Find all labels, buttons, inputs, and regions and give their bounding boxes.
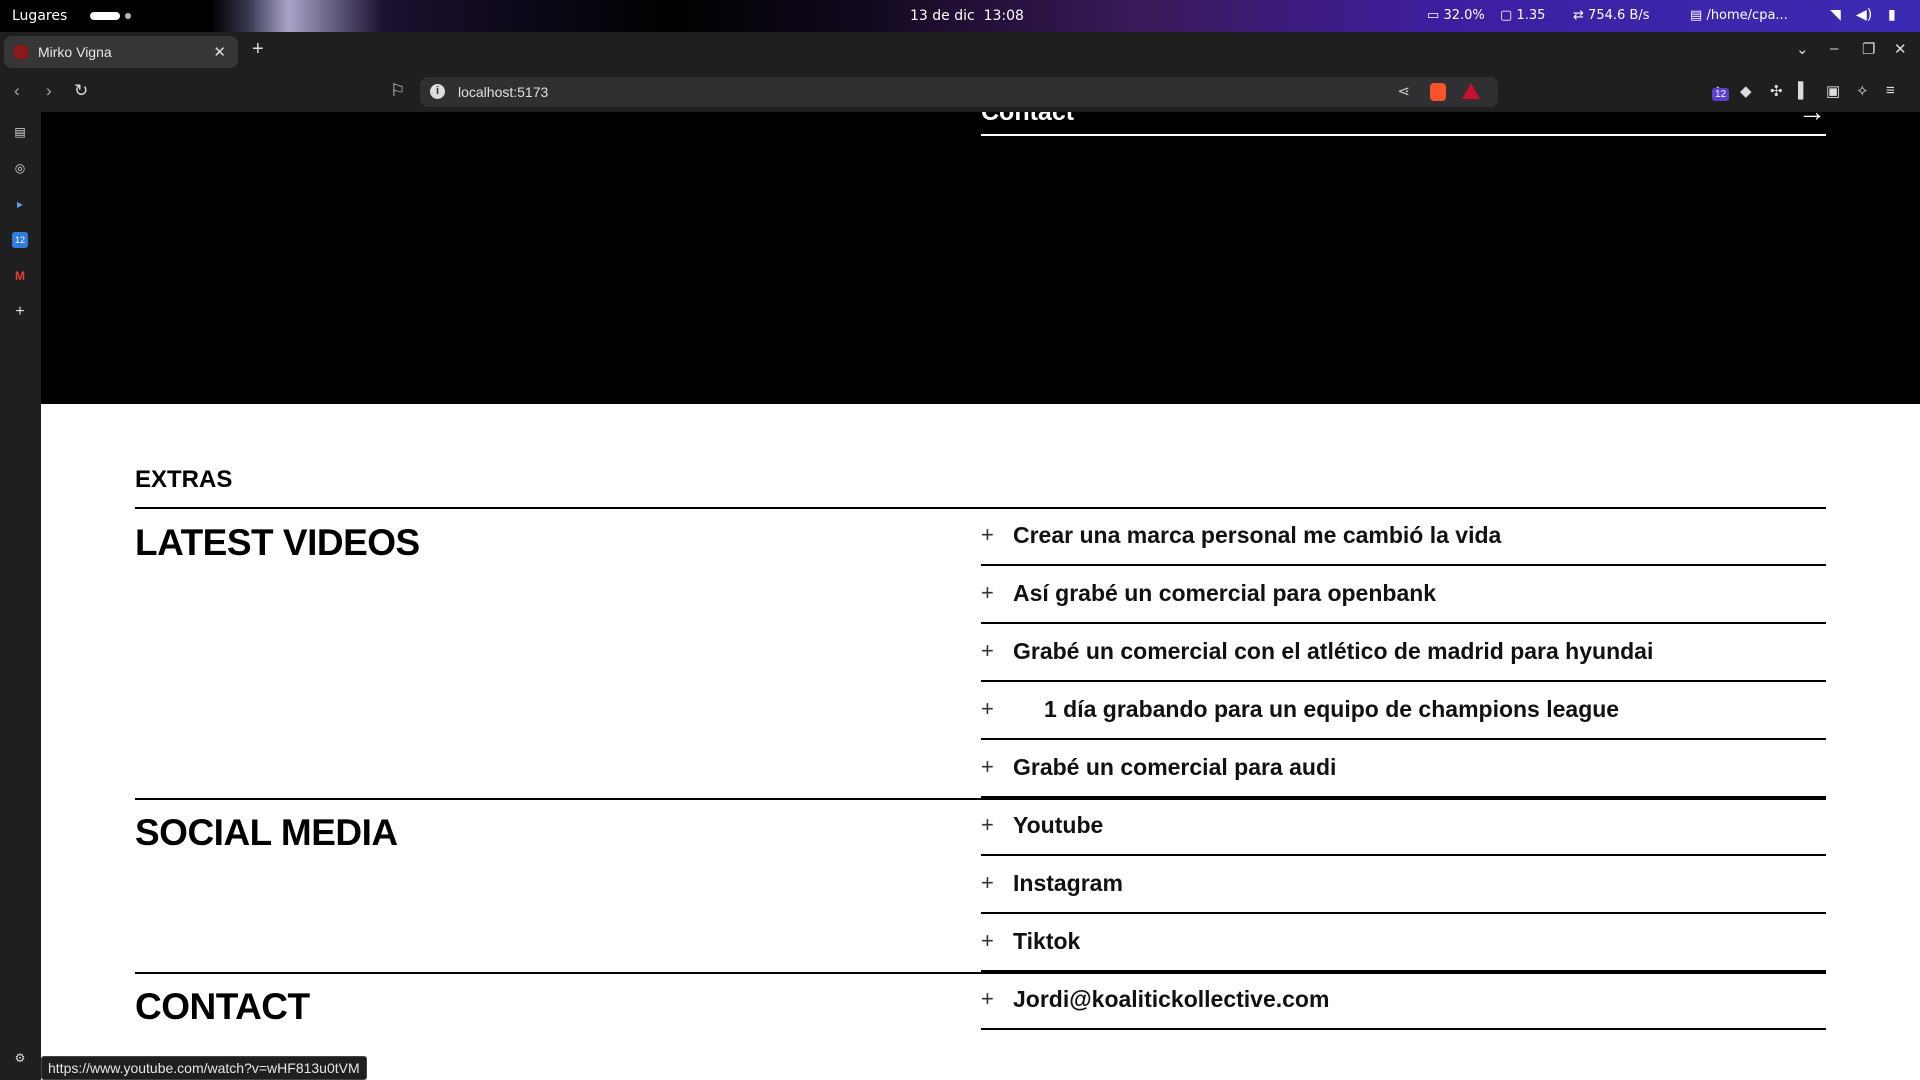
forward-button[interactable]: › xyxy=(46,81,52,101)
ai-chat-icon[interactable]: ◎ xyxy=(12,160,28,176)
video-link[interactable]: + Grabé un comercial para audi xyxy=(981,740,1826,798)
workspace-indicator[interactable] xyxy=(125,13,131,19)
arrow-right-icon: → xyxy=(1798,112,1826,128)
monitor-icon: ▢ xyxy=(1500,8,1513,23)
address-bar[interactable]: i localhost:5173 ⋖ xyxy=(420,77,1498,107)
sidebar-toggle-icon[interactable]: ▌ xyxy=(1798,82,1809,99)
plus-icon: + xyxy=(981,870,994,895)
minimize-button[interactable]: – xyxy=(1830,40,1838,57)
plus-icon: + xyxy=(981,812,994,837)
tab-title: Mirko Vigna xyxy=(38,44,112,60)
plus-icon: + xyxy=(981,696,994,721)
clipboard-icon: ▤ xyxy=(1690,8,1703,23)
extras-heading: EXTRAS xyxy=(135,466,233,493)
tab-list-chevron-icon[interactable]: ⌄ xyxy=(1796,40,1809,58)
plus-icon: + xyxy=(981,638,994,663)
workspace-indicator-active[interactable] xyxy=(90,12,120,20)
bookmark-icon[interactable]: ⚐ xyxy=(390,81,405,101)
leo-ai-icon[interactable]: ✧ xyxy=(1856,82,1869,100)
contact-email-link[interactable]: + Jordi@koalitickollective.com xyxy=(981,972,1826,1030)
add-sidebar-item-icon[interactable]: + xyxy=(12,304,28,320)
calendar-icon[interactable]: 12 xyxy=(12,232,28,248)
restore-button[interactable]: ❐ xyxy=(1862,40,1875,58)
extension-badge: 12 xyxy=(1712,88,1730,101)
link-status-bar: https://www.youtube.com/watch?v=wHF813u0… xyxy=(41,1056,367,1080)
hero-contact-link[interactable]: Contact → xyxy=(981,112,1826,136)
back-button[interactable]: ‹ xyxy=(14,81,20,101)
browser-sidebar: ▤ ◎ ▸ 12 M + ⚙ xyxy=(0,112,41,1080)
brave-rewards-icon[interactable] xyxy=(1462,83,1480,99)
social-link-youtube[interactable]: + Youtube xyxy=(981,798,1826,856)
system-top-bar: Lugares 13 de dic 13:08 ▭ 32.0% ▢ 1.35 ⇄… xyxy=(0,0,1920,32)
brave-shields-icon[interactable] xyxy=(1430,83,1446,101)
sidebar-settings-gear-icon[interactable]: ⚙ xyxy=(12,1050,28,1066)
latest-videos-title: LATEST VIDEOS xyxy=(135,522,420,563)
cpu-indicator: ▭ 32.0% xyxy=(1427,8,1485,23)
reading-list-icon[interactable]: ▤ xyxy=(12,124,28,140)
plus-icon: + xyxy=(981,522,994,547)
site-favicon-icon xyxy=(14,45,28,59)
gmail-icon[interactable]: M xyxy=(12,268,28,284)
wallet-diamond-icon[interactable]: ◆ xyxy=(1740,82,1752,100)
battery-icon[interactable]: ▮ xyxy=(1888,7,1896,23)
social-link-instagram[interactable]: + Instagram xyxy=(981,856,1826,914)
volume-icon[interactable]: ◀) xyxy=(1856,7,1872,23)
video-link[interactable]: + Así grabé un comercial para openbank xyxy=(981,566,1826,624)
contact-title: CONTACT xyxy=(135,986,310,1027)
menu-icon[interactable]: ≡ xyxy=(1886,82,1895,99)
network-indicator: ⇄ 754.6 B/s xyxy=(1573,8,1650,23)
browser-tab[interactable]: Mirko Vigna ✕ xyxy=(4,36,238,68)
cpu-icon: ▭ xyxy=(1427,8,1440,23)
close-window-button[interactable]: ✕ xyxy=(1894,40,1907,58)
clipboard-indicator[interactable]: ▤ /home/cpa... xyxy=(1690,8,1788,23)
clock[interactable]: 13 de dic 13:08 xyxy=(910,8,1024,24)
hero-section: Contact → xyxy=(41,112,1920,404)
video-link[interactable]: + Crear una marca personal me cambió la … xyxy=(981,508,1826,566)
wifi-icon[interactable]: ◥ xyxy=(1830,7,1841,23)
plus-icon: + xyxy=(981,580,994,605)
load-indicator: ▢ 1.35 xyxy=(1500,8,1546,23)
places-menu[interactable]: Lugares xyxy=(12,8,67,24)
plus-icon: + xyxy=(981,986,994,1011)
reload-button[interactable]: ↻ xyxy=(74,81,88,101)
social-link-tiktok[interactable]: + Tiktok xyxy=(981,914,1826,972)
share-icon[interactable]: ⋖ xyxy=(1397,82,1410,100)
plus-icon: + xyxy=(981,754,994,779)
site-info-icon[interactable]: i xyxy=(430,84,445,99)
page-viewport: Contact → EXTRAS LATEST VIDEOS + Crear u… xyxy=(41,112,1920,1080)
browser-tab-bar: Mirko Vigna ✕ + ⌄ – ❐ ✕ xyxy=(0,32,1920,72)
network-transfer-icon: ⇄ xyxy=(1573,8,1584,23)
media-play-icon[interactable]: ▸ xyxy=(12,196,28,212)
wallet-icon[interactable]: ▣ xyxy=(1826,82,1840,100)
plus-icon: + xyxy=(981,928,994,953)
close-tab-icon[interactable]: ✕ xyxy=(213,43,226,61)
video-link[interactable]: + 1 día grabando para un equipo de champ… xyxy=(981,682,1826,740)
url-text[interactable]: localhost:5173 xyxy=(458,84,548,100)
browser-toolbar: ‹ › ↻ ⚐ i localhost:5173 ⋖ ◈ 12 ◆ ✣ ▌ ▣ … xyxy=(0,72,1920,112)
video-link[interactable]: + Grabé un comercial con el atlético de … xyxy=(981,624,1826,682)
new-tab-button[interactable]: + xyxy=(252,38,264,61)
extensions-puzzle-icon[interactable]: ✣ xyxy=(1770,82,1783,100)
social-media-title: SOCIAL MEDIA xyxy=(135,812,398,853)
